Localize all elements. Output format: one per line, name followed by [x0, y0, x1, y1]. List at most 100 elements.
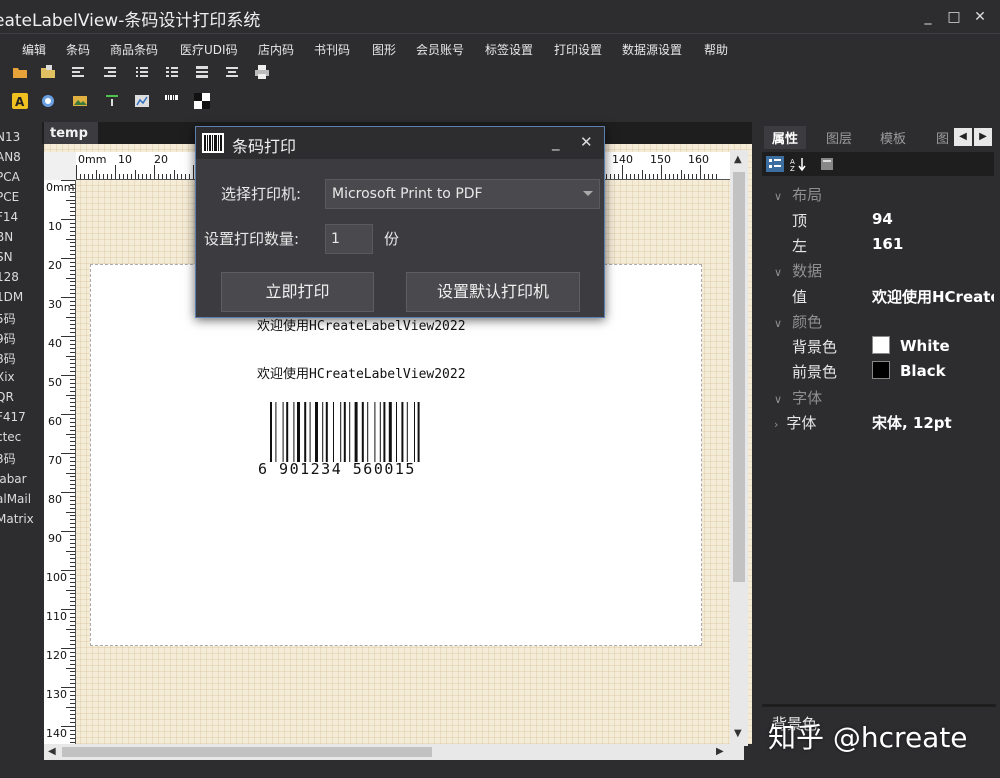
barcode-type-item[interactable]: N13 [0, 130, 20, 144]
minimize-button[interactable]: _ [918, 8, 938, 26]
barcode-type-item[interactable]: QR [0, 390, 14, 404]
barcode-type-item[interactable]: Matrix [0, 512, 34, 526]
barcode-type-item[interactable]: F14 [0, 210, 18, 224]
menu-help[interactable]: 帮助 [704, 41, 728, 58]
prop-value-top[interactable]: 94 [872, 210, 893, 228]
menu-medical-udi[interactable]: 医疗UDI码 [180, 41, 238, 58]
chevron-right-icon[interactable]: › [774, 418, 778, 431]
ruler-tick [91, 174, 93, 179]
open-folder-icon[interactable] [12, 64, 28, 80]
tab-layers[interactable]: 图层 [826, 128, 852, 147]
set-default-printer-button[interactable]: 设置默认打印机 [406, 272, 580, 312]
dialog-close-button[interactable]: ✕ [580, 133, 593, 151]
label-text-object[interactable]: 欢迎使用HCreateLabelView2022 [257, 363, 466, 382]
align-center-icon[interactable] [224, 64, 240, 80]
prop-value-foreground[interactable]: Black [872, 361, 946, 380]
scroll-down-icon[interactable]: ▼ [734, 728, 742, 739]
barcode-type-item[interactable]: PCE [0, 190, 19, 204]
prop-value-value[interactable]: 欢迎使用HCreateLabelView2022 [872, 286, 994, 307]
save-folder-icon[interactable] [40, 64, 56, 80]
qrcode-tool-icon[interactable] [194, 93, 210, 109]
sort-az-icon[interactable]: AZ [790, 156, 808, 172]
menu-book-code[interactable]: 书刊码 [314, 41, 350, 58]
menu-barcode[interactable]: 条码 [66, 41, 90, 58]
barcode-type-item[interactable]: labar [0, 472, 27, 486]
image-tool-icon[interactable] [40, 93, 56, 109]
category-data[interactable]: ∨ 数据 [774, 260, 822, 281]
vertical-scrollbar[interactable]: ▲ ▼ [730, 150, 748, 746]
barcode-object[interactable] [270, 402, 450, 462]
scrollbar-thumb[interactable] [62, 747, 432, 757]
barcode-type-item[interactable]: 128 [0, 270, 19, 284]
align-left-icon[interactable] [70, 64, 86, 80]
ruler-label: 100 [46, 571, 67, 584]
tab-scroll-right-icon[interactable]: ▶ [974, 128, 992, 146]
picture-icon[interactable] [72, 93, 88, 109]
ruler-tick [70, 347, 75, 349]
align-right-icon[interactable] [102, 64, 118, 80]
scroll-up-icon[interactable]: ▲ [734, 154, 742, 165]
scroll-left-icon[interactable]: ◀ [48, 746, 56, 757]
menu-print-settings[interactable]: 打印设置 [554, 41, 602, 58]
barcode-type-item[interactable]: 9码 [0, 330, 16, 347]
tab-scroll-left-icon[interactable]: ◀ [954, 128, 972, 146]
quantity-input[interactable]: 1 [325, 224, 373, 254]
ruler-tick [61, 219, 75, 220]
category-font[interactable]: ∨ 字体 [774, 387, 822, 408]
categorized-icon[interactable] [766, 156, 784, 172]
barcode-type-item[interactable]: 5码 [0, 310, 16, 327]
barcode-type-item[interactable]: PCA [0, 170, 20, 184]
barcode-type-item[interactable]: AN8 [0, 150, 21, 164]
close-button[interactable]: ✕ [970, 8, 990, 26]
menu-edit[interactable]: 编辑 [22, 41, 46, 58]
barcode-type-item[interactable]: F417 [0, 410, 26, 424]
menu-member-account[interactable]: 会员账号 [416, 41, 464, 58]
prop-value-font[interactable]: 宋体, 12pt [872, 412, 952, 433]
menu-graphics[interactable]: 图形 [372, 41, 396, 58]
barcode-type-item[interactable]: 8码 [0, 350, 16, 367]
barcode-type-item[interactable]: ctec [0, 430, 21, 444]
dialog-minimize-button[interactable]: _ [552, 133, 560, 151]
prop-value-left[interactable]: 161 [872, 235, 903, 253]
printer-icon[interactable] [254, 64, 270, 80]
barcode-type-item[interactable]: alMail [0, 492, 31, 506]
barcode-type-item[interactable]: Xix [0, 370, 15, 384]
list-bullet-icon[interactable] [164, 64, 180, 80]
barcode-digits: 6 901234 560015 [258, 460, 416, 478]
text-tool-icon[interactable]: A [12, 93, 28, 109]
justify-icon[interactable] [194, 64, 210, 80]
print-now-button[interactable]: 立即打印 [221, 272, 374, 312]
line-tool-icon[interactable] [104, 93, 120, 109]
property-pages-icon[interactable] [818, 156, 836, 172]
category-color[interactable]: ∨ 颜色 [774, 311, 822, 332]
ruler-label: 20 [48, 259, 62, 272]
barcode-tool-icon[interactable] [164, 93, 180, 109]
menu-store-code[interactable]: 店内码 [258, 41, 294, 58]
barcode-type-item[interactable]: BN [0, 230, 13, 244]
ruler-tick [70, 456, 75, 458]
tab-properties[interactable]: 属性 [764, 126, 807, 149]
prop-value-background[interactable]: White [872, 336, 950, 355]
scrollbar-thumb[interactable] [733, 172, 745, 582]
horizontal-scrollbar[interactable]: ◀ ▶ [44, 744, 744, 760]
ruler-tick [70, 363, 75, 365]
list-indent-icon[interactable] [134, 64, 150, 80]
ruler-tick [70, 519, 75, 521]
tab-temp[interactable]: temp [44, 122, 98, 146]
tab-templates[interactable]: 模板 [880, 128, 906, 147]
scroll-right-icon[interactable]: ▶ [716, 746, 724, 757]
barcode-type-item[interactable]: 3码 [0, 450, 16, 467]
barcode-bar [286, 402, 289, 462]
ruler-tick [70, 671, 75, 673]
menu-product-barcode[interactable]: 商品条码 [110, 41, 158, 58]
category-layout[interactable]: ∨ 布局 [774, 184, 822, 205]
printer-select[interactable]: Microsoft Print to PDF [325, 179, 600, 209]
ruler-label: 90 [48, 532, 62, 545]
menu-datasource-settings[interactable]: 数据源设置 [622, 41, 682, 58]
barcode-type-item[interactable]: 1DM [0, 290, 23, 304]
barcode-type-item[interactable]: SN [0, 250, 13, 264]
chart-tool-icon[interactable] [134, 93, 150, 109]
menu-label-settings[interactable]: 标签设置 [485, 41, 533, 58]
tab-more[interactable]: 图 [936, 128, 949, 147]
maximize-button[interactable]: □ [944, 8, 964, 26]
